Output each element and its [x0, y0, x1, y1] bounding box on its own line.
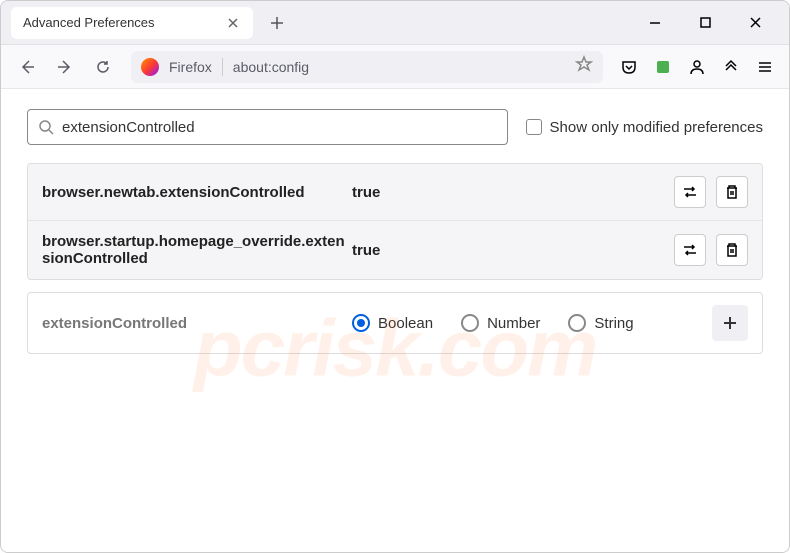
trash-icon [724, 184, 740, 200]
preference-value: true [352, 184, 674, 201]
radio-circle [568, 314, 586, 332]
preference-row: browser.newtab.extensionControlled true [28, 164, 762, 221]
search-icon [38, 119, 54, 135]
url-text: about:config [233, 59, 565, 75]
preference-row: browser.startup.homepage_override.extens… [28, 221, 762, 279]
radio-dot [357, 319, 365, 327]
plus-icon [270, 16, 284, 30]
divider [222, 58, 223, 76]
radio-label: Number [487, 315, 540, 332]
titlebar: Advanced Preferences [1, 1, 789, 45]
account-button[interactable] [683, 53, 711, 81]
preferences-list: browser.newtab.extensionControlled true … [27, 163, 763, 280]
plus-icon [722, 315, 738, 331]
tab-title: Advanced Preferences [23, 15, 155, 30]
browser-window: Advanced Preferences Firefox about:confi… [0, 0, 790, 553]
toggle-icon [681, 183, 699, 201]
chevron-double-icon [722, 58, 740, 76]
toggle-button[interactable] [674, 234, 706, 266]
preference-actions [674, 176, 748, 208]
bookmark-button[interactable] [575, 55, 593, 78]
radio-label: Boolean [378, 315, 433, 332]
preference-actions [674, 234, 748, 266]
radio-string[interactable]: String [568, 314, 633, 332]
hamburger-icon [757, 59, 773, 75]
minimize-icon [649, 17, 661, 29]
preference-name: browser.newtab.extensionControlled [42, 184, 352, 201]
maximize-button[interactable] [689, 7, 721, 39]
search-row: Show only modified preferences [27, 109, 763, 145]
arrow-left-icon [18, 58, 36, 76]
window-controls [639, 7, 783, 39]
radio-boolean[interactable]: Boolean [352, 314, 433, 332]
tab-active[interactable]: Advanced Preferences [11, 7, 253, 39]
delete-button[interactable] [716, 234, 748, 266]
new-tab-button[interactable] [261, 7, 293, 39]
tab-close-button[interactable] [225, 15, 241, 31]
type-radio-group: Boolean Number String [352, 314, 712, 332]
extension-icon [655, 59, 671, 75]
trash-icon [724, 242, 740, 258]
close-icon [749, 16, 762, 29]
content-area: pcrisk.com Show only modified preference… [1, 89, 789, 552]
modified-only-checkbox-row[interactable]: Show only modified preferences [526, 119, 763, 136]
menu-button[interactable] [751, 53, 779, 81]
checkbox[interactable] [526, 119, 542, 135]
checkbox-label: Show only modified preferences [550, 119, 763, 136]
radio-circle [352, 314, 370, 332]
star-icon [575, 55, 593, 73]
preference-name: browser.startup.homepage_override.extens… [42, 233, 352, 267]
overflow-button[interactable] [717, 53, 745, 81]
radio-label: String [594, 315, 633, 332]
firefox-logo-icon [141, 58, 159, 76]
address-bar[interactable]: Firefox about:config [131, 51, 603, 83]
toggle-button[interactable] [674, 176, 706, 208]
toggle-icon [681, 241, 699, 259]
brand-label: Firefox [169, 59, 212, 75]
account-icon [688, 58, 706, 76]
forward-button[interactable] [49, 51, 81, 83]
pocket-icon [620, 58, 638, 76]
delete-button[interactable] [716, 176, 748, 208]
extension-button[interactable] [649, 53, 677, 81]
pocket-button[interactable] [615, 53, 643, 81]
add-preference-button[interactable] [712, 305, 748, 341]
search-box[interactable] [27, 109, 508, 145]
toolbar: Firefox about:config [1, 45, 789, 89]
new-preference-row: extensionControlled Boolean Number Strin… [27, 292, 763, 354]
maximize-icon [700, 17, 711, 28]
radio-circle [461, 314, 479, 332]
minimize-button[interactable] [639, 7, 671, 39]
radio-number[interactable]: Number [461, 314, 540, 332]
reload-icon [95, 59, 111, 75]
search-input[interactable] [62, 119, 497, 136]
preference-value: true [352, 242, 674, 259]
close-window-button[interactable] [739, 7, 771, 39]
back-button[interactable] [11, 51, 43, 83]
new-preference-name: extensionControlled [42, 315, 352, 332]
arrow-right-icon [56, 58, 74, 76]
reload-button[interactable] [87, 51, 119, 83]
close-icon [227, 17, 239, 29]
